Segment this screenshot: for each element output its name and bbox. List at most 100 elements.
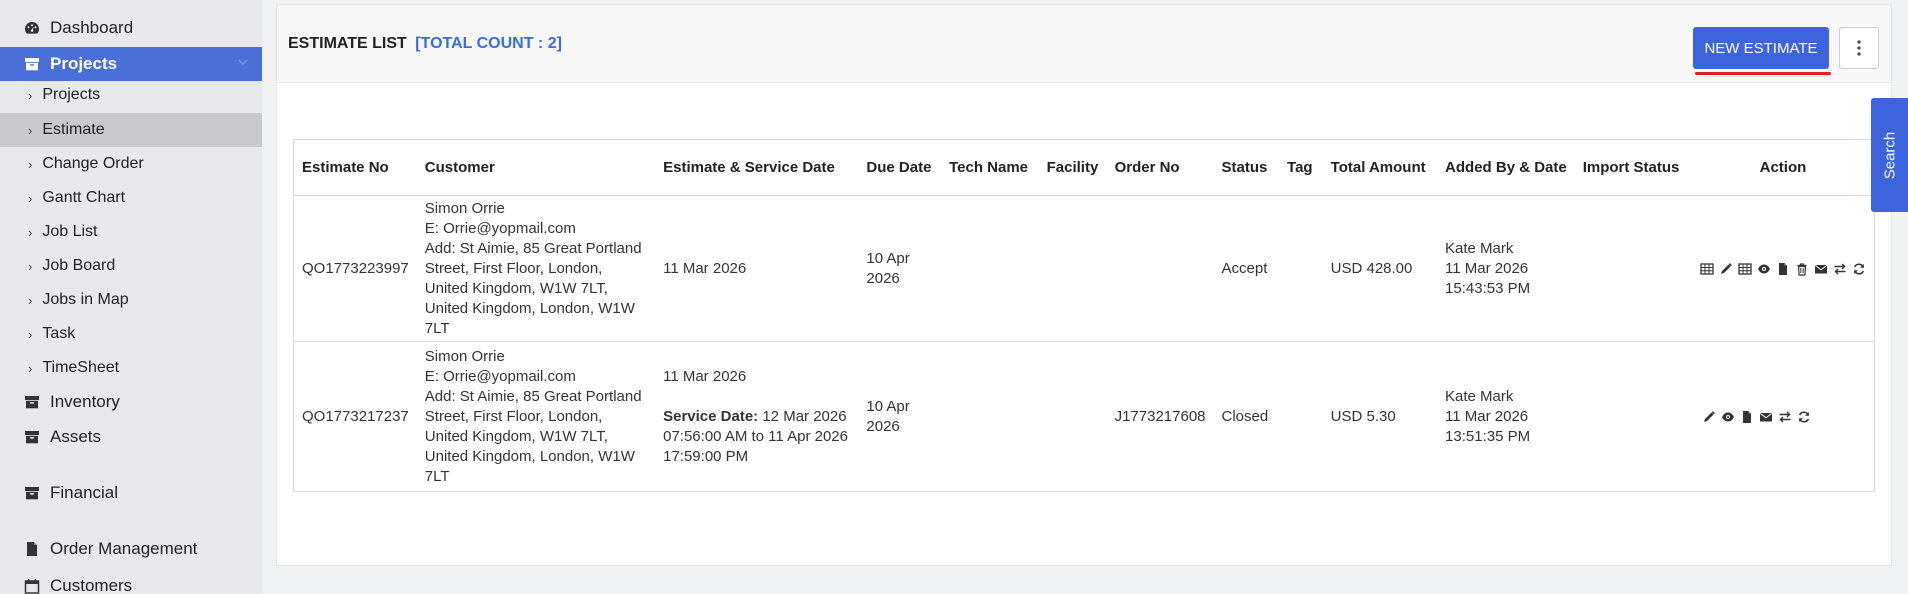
estimate-no-cell[interactable]: QO1773217237: [293, 341, 417, 492]
file-icon[interactable]: [1776, 262, 1790, 276]
col-order-no[interactable]: Order No: [1106, 139, 1214, 196]
status-cell: Closed: [1213, 341, 1280, 492]
sidebar-subitem-jobs-in-map[interactable]: › Jobs in Map: [0, 283, 262, 317]
customer-address: Add: St Aimie, 85 Great Portland Street,…: [424, 387, 642, 485]
search-tab-label: Search: [1881, 131, 1898, 179]
sidebar-item-label: Change Order: [42, 155, 144, 172]
facility-cell: [1038, 195, 1107, 342]
col-estimate-service-date[interactable]: Estimate & Service Date: [655, 139, 859, 196]
added-by-name: Kate Mark: [1445, 239, 1514, 257]
col-facility[interactable]: Facility: [1038, 139, 1107, 196]
sidebar-subitem-change-order[interactable]: › Change Order: [0, 147, 262, 181]
sidebar-subitem-projects[interactable]: › Projects: [0, 78, 262, 112]
customer-email: E: Orrie@yopmail.com: [424, 367, 576, 385]
exchange-icon[interactable]: [1833, 262, 1847, 276]
chevron-right-icon: ›: [28, 326, 33, 342]
sidebar-subitem-job-list[interactable]: › Job List: [0, 215, 262, 249]
sidebar-item-label: TimeSheet: [42, 359, 120, 376]
customer-cell: Simon Orrie E: Orrie@yopmail.com Add: St…: [416, 195, 656, 342]
sidebar-item-dashboard[interactable]: Dashboard: [0, 14, 262, 42]
exchange-icon[interactable]: [1778, 410, 1792, 424]
kebab-menu-icon: [1857, 40, 1861, 56]
refresh-icon[interactable]: [1797, 410, 1811, 424]
chevron-right-icon: ›: [28, 156, 33, 172]
customer-cell: Simon Orrie E: Orrie@yopmail.com Add: St…: [416, 341, 656, 492]
table-row[interactable]: QO1773217237 Simon Orrie E: Orrie@yopmai…: [293, 341, 1875, 492]
archive-icon: [25, 431, 39, 444]
new-estimate-button[interactable]: NEW ESTIMATE: [1693, 27, 1829, 69]
added-by-cell: Kate Mark 11 Mar 2026 13:51:35 PM: [1437, 341, 1575, 492]
file-icon[interactable]: [1740, 410, 1754, 424]
order-no-cell[interactable]: J1773217608: [1106, 341, 1214, 492]
envelope-icon[interactable]: [1759, 410, 1773, 424]
sidebar-item-projects[interactable]: Projects: [0, 47, 262, 81]
pencil-icon[interactable]: [1702, 410, 1716, 424]
sidebar-item-assets[interactable]: Assets: [0, 422, 262, 452]
due-date-cell: 10 Apr 2026: [858, 195, 942, 342]
col-total-amount[interactable]: Total Amount: [1322, 139, 1438, 196]
sidebar-item-label: Task: [42, 325, 76, 342]
service-date-label: Service Date:: [663, 407, 759, 425]
col-customer[interactable]: Customer: [416, 139, 656, 196]
estimate-no-cell[interactable]: QO1773223997: [293, 195, 417, 342]
pencil-icon[interactable]: [1719, 262, 1733, 276]
chevron-right-icon: ›: [28, 292, 33, 308]
sidebar-item-label: Projects: [42, 86, 101, 103]
col-tech-name[interactable]: Tech Name: [941, 139, 1039, 196]
chevron-right-icon: ›: [28, 190, 33, 206]
chevron-down-icon[interactable]: [238, 57, 248, 67]
col-estimate-no[interactable]: Estimate No: [293, 139, 417, 196]
eye-icon[interactable]: [1721, 410, 1735, 424]
envelope-icon[interactable]: [1814, 262, 1828, 276]
refresh-icon[interactable]: [1852, 262, 1866, 276]
due-date-cell: 10 Apr 2026: [858, 341, 942, 492]
sidebar-item-label: Job Board: [42, 257, 116, 274]
more-options-button[interactable]: [1839, 27, 1879, 69]
col-due-date[interactable]: Due Date: [858, 139, 942, 196]
table-row[interactable]: QO1773223997 Simon Orrie E: Orrie@yopmai…: [293, 195, 1875, 342]
sidebar-subitem-gantt-chart[interactable]: › Gantt Chart: [0, 181, 262, 215]
archive-icon: [25, 58, 39, 71]
sidebar-item-financial[interactable]: Financial: [0, 478, 262, 508]
action-cell: [1691, 195, 1875, 342]
calendar-icon: [24, 579, 40, 594]
total-count-badge: [TOTAL COUNT : 2]: [415, 35, 562, 52]
col-added-by-date[interactable]: Added By & Date: [1437, 139, 1575, 196]
sidebar-item-label: Financial: [50, 483, 119, 502]
sidebar-subitem-timesheet[interactable]: › TimeSheet: [0, 351, 262, 385]
sidebar-item-label: Customers: [50, 576, 133, 594]
added-by-time: 13:51:35 PM: [1445, 427, 1531, 445]
col-status[interactable]: Status: [1213, 139, 1280, 196]
sidebar-item-inventory[interactable]: Inventory: [0, 387, 262, 417]
chevron-right-icon: ›: [28, 87, 33, 103]
estimate-list-panel: Estimate No Customer Estimate & Service …: [276, 82, 1892, 566]
row-actions: [1700, 410, 1866, 424]
sidebar-item-customers[interactable]: Customers: [0, 571, 262, 594]
sidebar-subitem-job-board[interactable]: › Job Board: [0, 249, 262, 283]
col-action: Action: [1691, 139, 1875, 196]
sidebar-item-label: Gantt Chart: [42, 189, 126, 206]
trash-icon[interactable]: [1795, 262, 1809, 276]
status-cell: Accept: [1213, 195, 1280, 342]
col-tag[interactable]: Tag: [1279, 139, 1323, 196]
sidebar-subitem-estimate[interactable]: › Estimate: [0, 113, 262, 147]
dashboard-icon: [25, 22, 39, 34]
col-import-status[interactable]: Import Status: [1574, 139, 1692, 196]
chevron-right-icon: ›: [28, 224, 33, 240]
chevron-right-icon: ›: [28, 360, 33, 376]
sidebar-subitem-task[interactable]: › Task: [0, 317, 262, 351]
eye-icon[interactable]: [1757, 262, 1771, 276]
added-by-date: 11 Mar 2026: [1445, 259, 1529, 277]
sidebar-item-label: Inventory: [50, 392, 120, 411]
added-by-cell: Kate Mark 11 Mar 2026 15:43:53 PM: [1437, 195, 1575, 342]
page-title-text: ESTIMATE LIST: [288, 35, 407, 52]
grid-icon[interactable]: [1738, 262, 1752, 276]
sidebar-item-label: Jobs in Map: [42, 291, 129, 308]
table-icon[interactable]: [1700, 262, 1714, 276]
estimate-date-cell: 11 Mar 2026: [655, 195, 859, 342]
search-side-tab[interactable]: Search: [1871, 98, 1908, 212]
chevron-right-icon: ›: [28, 122, 33, 138]
sidebar-item-order-management[interactable]: Order Management: [0, 534, 262, 564]
tech-name-cell: [941, 195, 1039, 342]
customer-name: Simon Orrie: [424, 347, 505, 365]
